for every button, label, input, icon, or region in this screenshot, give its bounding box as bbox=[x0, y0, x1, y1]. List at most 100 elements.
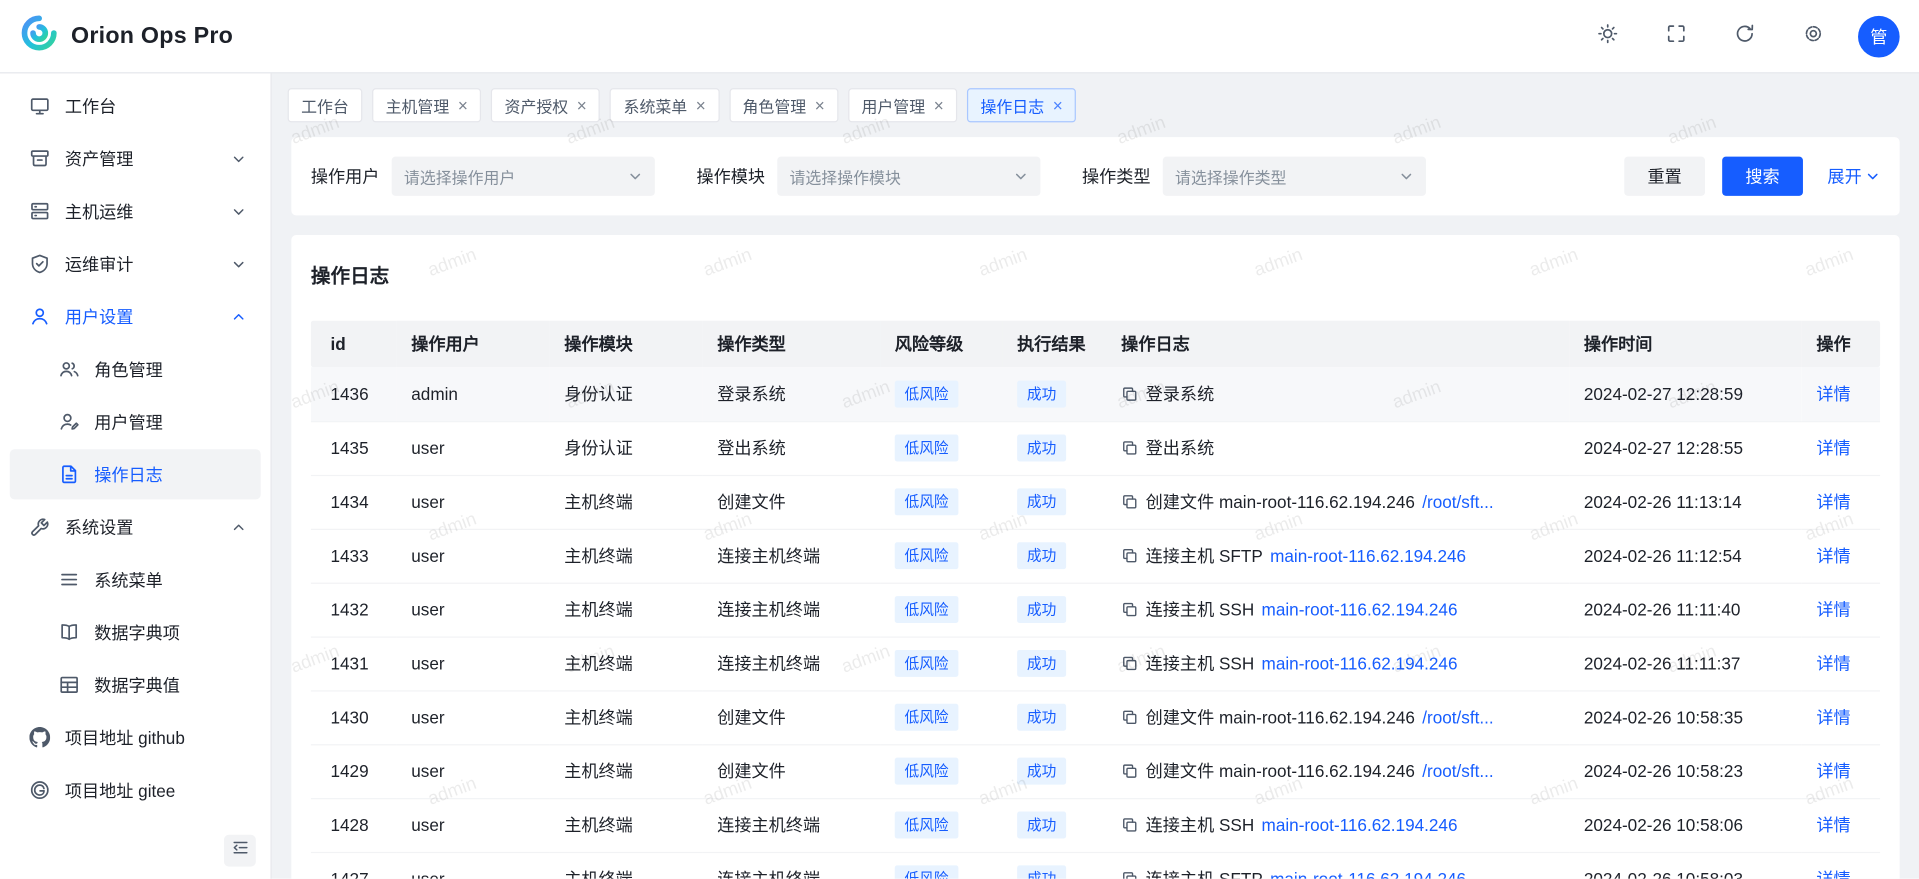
sidebar-item-system-menu[interactable]: 系统菜单 bbox=[10, 554, 261, 604]
detail-link[interactable]: 详情 bbox=[1816, 761, 1850, 781]
column-header: 操作日志 bbox=[1106, 321, 1569, 368]
cell-log: 创建文件 main-root-116.62.194.246 /root/sft.… bbox=[1106, 744, 1569, 798]
cell-risk: 低风险 bbox=[880, 529, 1002, 583]
tab-asset-authorization[interactable]: 资产授权× bbox=[491, 88, 600, 122]
sidebar-item-user-settings[interactable]: 用户设置 bbox=[10, 291, 261, 341]
tab-user-management[interactable]: 用户管理× bbox=[848, 88, 957, 122]
detail-link[interactable]: 详情 bbox=[1816, 869, 1850, 879]
sidebar-item-operation-log[interactable]: 操作日志 bbox=[10, 449, 261, 499]
app-logo[interactable]: Orion Ops Pro bbox=[20, 13, 234, 58]
sidebar-item-user-management[interactable]: 用户管理 bbox=[10, 397, 261, 447]
log-host-link[interactable]: /root/sft... bbox=[1422, 492, 1493, 512]
table-row[interactable]: 1436admin身份认证登录系统低风险成功登录系统2024-02-27 12:… bbox=[311, 367, 1880, 421]
detail-link[interactable]: 详情 bbox=[1816, 438, 1850, 458]
copy-icon[interactable] bbox=[1121, 655, 1138, 672]
sidebar-item-workbench[interactable]: 工作台 bbox=[10, 81, 261, 131]
cell-user: user bbox=[397, 636, 550, 690]
log-host-link[interactable]: /root/sft... bbox=[1422, 761, 1493, 781]
theme-button[interactable] bbox=[1594, 23, 1621, 50]
cell-time: 2024-02-27 12:28:55 bbox=[1569, 421, 1802, 475]
log-host-link[interactable]: main-root-116.62.194.246 bbox=[1270, 869, 1466, 879]
log-host-link[interactable]: main-root-116.62.194.246 bbox=[1262, 600, 1458, 620]
log-host-link[interactable]: main-root-116.62.194.246 bbox=[1262, 654, 1458, 674]
filter-select-operation-type[interactable]: 请选择操作类型 bbox=[1163, 157, 1426, 196]
sidebar-item-ops-audit[interactable]: 运维审计 bbox=[10, 239, 261, 289]
sidebar-item-dict-values[interactable]: 数据字典值 bbox=[10, 660, 261, 710]
cell-user: user bbox=[397, 421, 550, 475]
tab-workbench[interactable]: 工作台 bbox=[288, 88, 363, 122]
cell-result: 成功 bbox=[1002, 636, 1106, 690]
sidebar-item-host-ops[interactable]: 主机运维 bbox=[10, 186, 261, 236]
tab-host-management[interactable]: 主机管理× bbox=[372, 88, 481, 122]
settings-button[interactable] bbox=[1799, 23, 1826, 50]
copy-icon[interactable] bbox=[1121, 601, 1138, 618]
log-host-link[interactable]: main-root-116.62.194.246 bbox=[1262, 815, 1458, 835]
detail-link[interactable]: 详情 bbox=[1816, 546, 1850, 566]
detail-link[interactable]: 详情 bbox=[1816, 492, 1850, 512]
tab-close-icon[interactable]: × bbox=[458, 97, 468, 114]
cell-risk: 低风险 bbox=[880, 744, 1002, 798]
table-row[interactable]: 1429user主机终端创建文件低风险成功创建文件 main-root-116.… bbox=[311, 744, 1880, 798]
tab-close-icon[interactable]: × bbox=[934, 97, 944, 114]
table-row[interactable]: 1432user主机终端连接主机终端低风险成功连接主机 SSH main-roo… bbox=[311, 583, 1880, 637]
column-header: 操作 bbox=[1802, 321, 1880, 368]
tab-operation-log[interactable]: 操作日志× bbox=[967, 88, 1076, 122]
sidebar-item-github[interactable]: 项目地址 github bbox=[10, 712, 261, 762]
detail-link[interactable]: 详情 bbox=[1816, 600, 1850, 620]
cell-type: 登出系统 bbox=[703, 421, 880, 475]
cell-time: 2024-02-26 10:58:06 bbox=[1569, 798, 1802, 852]
log-host-link[interactable]: /root/sft... bbox=[1422, 707, 1493, 727]
header-icon-buttons bbox=[1594, 23, 1827, 50]
tab-role-management[interactable]: 角色管理× bbox=[729, 88, 838, 122]
sidebar-item-gitee[interactable]: 项目地址 gitee bbox=[10, 765, 261, 815]
sidebar-item-asset-management[interactable]: 资产管理 bbox=[10, 133, 261, 183]
tab-system-menu[interactable]: 系统菜单× bbox=[610, 88, 719, 122]
detail-link[interactable]: 详情 bbox=[1816, 815, 1850, 835]
filter-select-operation-user[interactable]: 请选择操作用户 bbox=[392, 157, 655, 196]
table-header: id操作用户操作模块操作类型风险等级执行结果操作日志操作时间操作 bbox=[311, 321, 1880, 368]
cell-action: 详情 bbox=[1802, 367, 1880, 421]
table-body: 1436admin身份认证登录系统低风险成功登录系统2024-02-27 12:… bbox=[311, 367, 1880, 879]
cell-risk: 低风险 bbox=[880, 798, 1002, 852]
sidebar-collapse-button[interactable] bbox=[224, 835, 256, 867]
table-row[interactable]: 1435user身份认证登出系统低风险成功登出系统2024-02-27 12:2… bbox=[311, 421, 1880, 475]
detail-link[interactable]: 详情 bbox=[1816, 384, 1850, 404]
table-row[interactable]: 1428user主机终端连接主机终端低风险成功连接主机 SSH main-roo… bbox=[311, 798, 1880, 852]
sidebar-item-role-management[interactable]: 角色管理 bbox=[10, 344, 261, 394]
copy-icon[interactable] bbox=[1121, 547, 1138, 564]
detail-link[interactable]: 详情 bbox=[1816, 707, 1850, 727]
table-row[interactable]: 1430user主机终端创建文件低风险成功创建文件 main-root-116.… bbox=[311, 690, 1880, 744]
user-avatar[interactable]: 管 bbox=[1858, 15, 1900, 57]
filter-select-operation-module[interactable]: 请选择操作模块 bbox=[777, 157, 1040, 196]
copy-icon[interactable] bbox=[1121, 493, 1138, 510]
copy-icon[interactable] bbox=[1121, 385, 1138, 402]
sidebar-item-dict-items[interactable]: 数据字典项 bbox=[10, 607, 261, 657]
table-row[interactable]: 1434user主机终端创建文件低风险成功创建文件 main-root-116.… bbox=[311, 475, 1880, 529]
log-text: 连接主机 SSH bbox=[1146, 597, 1255, 621]
tab-close-icon[interactable]: × bbox=[1053, 97, 1063, 114]
table-row[interactable]: 1427user主机终端连接主机终端低风险成功连接主机 SFTP main-ro… bbox=[311, 852, 1880, 879]
copy-icon[interactable] bbox=[1121, 439, 1138, 456]
fullscreen-button[interactable] bbox=[1662, 23, 1689, 50]
tab-close-icon[interactable]: × bbox=[815, 97, 825, 114]
tab-label: 工作台 bbox=[301, 94, 349, 117]
menu-item-label: 项目地址 gitee bbox=[65, 778, 175, 802]
sidebar-item-system-settings[interactable]: 系统设置 bbox=[10, 502, 261, 552]
cell-time: 2024-02-26 11:11:37 bbox=[1569, 636, 1802, 690]
reset-button[interactable]: 重置 bbox=[1624, 157, 1705, 196]
expand-toggle[interactable]: 展开 bbox=[1827, 164, 1880, 188]
cell-risk: 低风险 bbox=[880, 421, 1002, 475]
menu-item-label: 数据字典值 bbox=[94, 673, 180, 697]
log-host-link[interactable]: main-root-116.62.194.246 bbox=[1270, 546, 1466, 566]
copy-icon[interactable] bbox=[1121, 709, 1138, 726]
search-button[interactable]: 搜索 bbox=[1722, 157, 1803, 196]
table-row[interactable]: 1431user主机终端连接主机终端低风险成功连接主机 SSH main-roo… bbox=[311, 636, 1880, 690]
table-row[interactable]: 1433user主机终端连接主机终端低风险成功连接主机 SFTP main-ro… bbox=[311, 529, 1880, 583]
copy-icon[interactable] bbox=[1121, 763, 1138, 780]
refresh-button[interactable] bbox=[1731, 23, 1758, 50]
detail-link[interactable]: 详情 bbox=[1816, 654, 1850, 674]
tab-close-icon[interactable]: × bbox=[577, 97, 587, 114]
tab-close-icon[interactable]: × bbox=[696, 97, 706, 114]
copy-icon[interactable] bbox=[1121, 816, 1138, 833]
copy-icon[interactable] bbox=[1121, 870, 1138, 879]
